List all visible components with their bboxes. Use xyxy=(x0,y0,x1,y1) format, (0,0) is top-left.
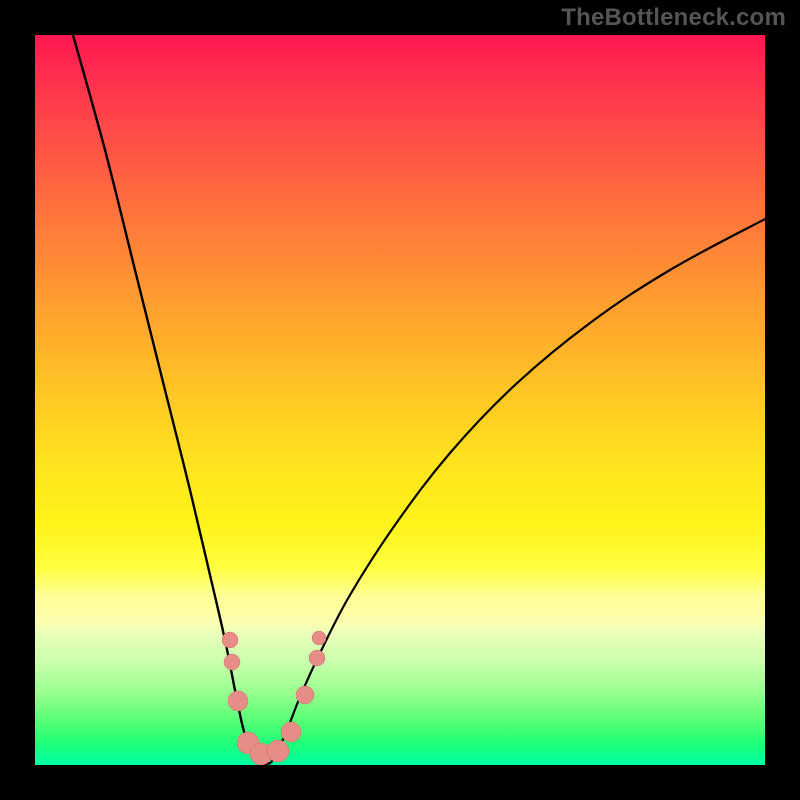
marker-dot xyxy=(296,686,314,704)
marker-dot xyxy=(267,740,289,762)
plot-area xyxy=(35,35,765,765)
marker-group xyxy=(222,631,326,765)
watermark-text: TheBottleneck.com xyxy=(561,4,786,32)
marker-dot xyxy=(224,654,240,670)
marker-layer xyxy=(35,35,765,765)
marker-dot xyxy=(312,631,326,645)
marker-dot xyxy=(309,650,325,666)
marker-dot xyxy=(222,632,238,648)
frame: TheBottleneck.com xyxy=(0,0,800,800)
marker-dot xyxy=(228,691,248,711)
marker-dot xyxy=(281,722,301,742)
